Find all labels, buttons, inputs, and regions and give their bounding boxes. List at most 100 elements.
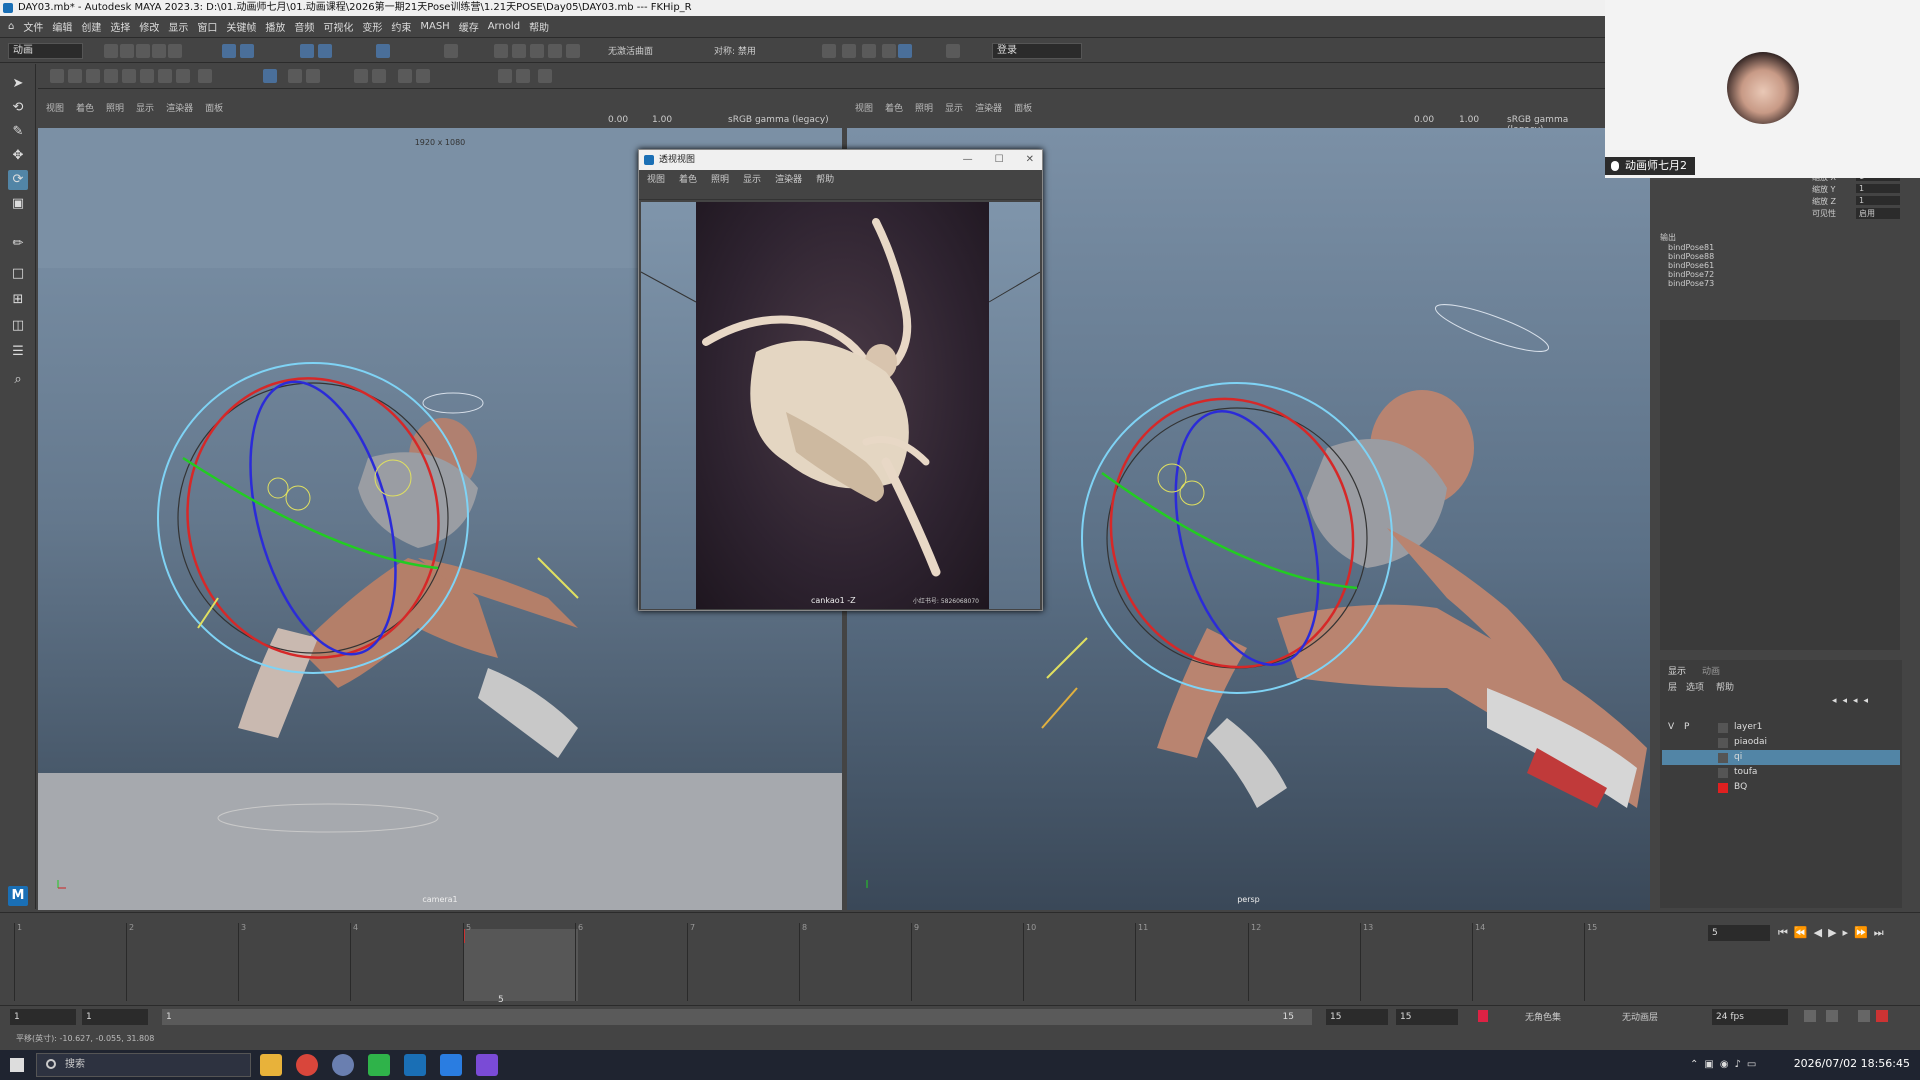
scale-tool-icon[interactable]: ▣ xyxy=(8,194,28,214)
menu-mash[interactable]: MASH xyxy=(420,21,449,32)
vp-right-menu-show[interactable]: 显示 xyxy=(945,101,963,114)
anim-layer-dropdown[interactable]: 无动画层 xyxy=(1622,1010,1658,1023)
layer-color-swatch[interactable] xyxy=(1718,768,1728,778)
play-icon[interactable]: ▶ xyxy=(1828,926,1842,939)
color-swatch-icon[interactable] xyxy=(263,69,277,83)
layer-color-swatch[interactable] xyxy=(1718,753,1728,763)
play-back-icon[interactable] xyxy=(498,69,512,83)
vp-right-menu-view[interactable]: 视图 xyxy=(855,101,873,114)
menu-deform[interactable]: 变形 xyxy=(362,19,382,34)
menu-file[interactable]: 文件 xyxy=(23,19,43,34)
menu-arnold[interactable]: Arnold xyxy=(488,21,520,32)
playback-start-field[interactable]: 1 xyxy=(82,1009,148,1025)
select-by-curve-icon[interactable] xyxy=(376,44,390,58)
loop-icon[interactable] xyxy=(1804,1010,1816,1022)
menu-create[interactable]: 创建 xyxy=(81,19,101,34)
layer-row[interactable]: BQ xyxy=(1662,780,1900,795)
layer-visibility-toggle[interactable]: V xyxy=(1668,720,1674,735)
current-frame-field[interactable]: 5 xyxy=(1708,925,1770,941)
step-back-key-icon[interactable]: ⏪ xyxy=(1794,926,1814,939)
fw-menu-view[interactable]: 视图 xyxy=(647,172,665,185)
lock-selection-icon[interactable] xyxy=(444,44,458,58)
playback-settings-icon[interactable] xyxy=(1826,1010,1838,1022)
snap-point-icon[interactable] xyxy=(530,44,544,58)
layer-menu-layers[interactable]: 层 xyxy=(1668,680,1677,693)
rotate-tool-icon[interactable]: ⟳ xyxy=(8,170,28,190)
select-by-joint-icon[interactable] xyxy=(318,44,332,58)
vp-left-menu-shading[interactable]: 着色 xyxy=(76,101,94,114)
output-item[interactable]: bindPose61 xyxy=(1660,261,1900,270)
select-tool-icon[interactable]: ➤ xyxy=(8,74,28,94)
mode-dropdown[interactable]: 动画 xyxy=(8,43,83,59)
vp-right-gamma[interactable]: 1.00 xyxy=(1459,115,1479,125)
select-by-handle-icon[interactable] xyxy=(300,44,314,58)
arnold-render-icon[interactable] xyxy=(898,44,912,58)
brush-icon[interactable] xyxy=(68,69,82,83)
ipr-render-icon[interactable] xyxy=(842,44,856,58)
taskbar-clock[interactable]: 2026/07/02 18:56:45 xyxy=(1794,1057,1910,1070)
character-set-dropdown[interactable]: 无角色集 xyxy=(1525,1010,1561,1023)
tab-display[interactable]: 显示 xyxy=(1668,664,1686,677)
symmetry-label[interactable]: 对称: 禁用 xyxy=(714,44,756,57)
vp-right-menu-lighting[interactable]: 照明 xyxy=(915,101,933,114)
no-live-surface-label[interactable]: 无激活曲面 xyxy=(608,44,653,57)
attr-value[interactable]: 1 xyxy=(1856,196,1900,205)
menu-display[interactable]: 显示 xyxy=(168,19,188,34)
vp-left-menu-view[interactable]: 视图 xyxy=(46,101,64,114)
vp-left-exposure[interactable]: 0.00 xyxy=(608,115,628,125)
layer-menu-options[interactable]: 选项 xyxy=(1686,680,1704,693)
attr-value[interactable]: 1 xyxy=(1856,184,1900,193)
output-item[interactable]: bindPose73 xyxy=(1660,279,1900,288)
ghost-icon[interactable] xyxy=(306,69,320,83)
keyframe-prev-icon[interactable] xyxy=(354,69,368,83)
menu-visualize[interactable]: 可视化 xyxy=(323,19,353,34)
layer-playback-toggle[interactable]: P xyxy=(1684,720,1689,735)
render-settings-icon[interactable] xyxy=(862,44,876,58)
vp-left-colorspace[interactable]: sRGB gamma (legacy) xyxy=(728,115,829,125)
new-scene-icon[interactable] xyxy=(104,44,118,58)
sound-icon[interactable] xyxy=(1858,1010,1870,1022)
app-icon[interactable] xyxy=(332,1054,354,1076)
layer-row[interactable]: piaodai xyxy=(1662,735,1900,750)
fw-menu-renderer[interactable]: 渲染器 xyxy=(775,172,802,185)
layer-row[interactable]: V Player1 xyxy=(1662,720,1900,735)
menu-select[interactable]: 选择 xyxy=(110,19,130,34)
vp-right-exposure[interactable]: 0.00 xyxy=(1414,115,1434,125)
layer-color-swatch[interactable] xyxy=(1718,738,1728,748)
range-slider-bar[interactable]: 1 15 xyxy=(162,1009,1312,1025)
single-view-icon[interactable]: □ xyxy=(8,264,28,284)
vp-right-menu-panels[interactable]: 面板 xyxy=(1014,101,1032,114)
go-to-start-icon[interactable]: ⏮ xyxy=(1778,926,1794,939)
fw-menu-lighting[interactable]: 照明 xyxy=(711,172,729,185)
scene-end-field[interactable]: 15 xyxy=(1396,1009,1458,1025)
cache-icon[interactable] xyxy=(1876,1010,1888,1022)
menu-constrain[interactable]: 约束 xyxy=(391,19,411,34)
save-scene-icon[interactable] xyxy=(136,44,150,58)
taskbar-search[interactable]: 搜索 xyxy=(36,1053,251,1077)
move-tool-icon[interactable]: ✥ xyxy=(8,146,28,166)
step-forward-key-icon[interactable]: ⏩ xyxy=(1854,926,1874,939)
onion-skin-icon[interactable] xyxy=(288,69,302,83)
file-explorer-icon[interactable] xyxy=(260,1054,282,1076)
attr-value[interactable]: 启用 xyxy=(1856,208,1900,219)
redo-icon[interactable] xyxy=(168,44,182,58)
pencil-icon[interactable] xyxy=(50,69,64,83)
auto-key-icon[interactable] xyxy=(1478,1010,1488,1022)
remove-frame-icon[interactable] xyxy=(416,69,430,83)
menu-help[interactable]: 帮助 xyxy=(529,19,549,34)
go-to-end-icon[interactable]: ⏭ xyxy=(1874,926,1890,939)
vp-left-menu-panels[interactable]: 面板 xyxy=(205,101,223,114)
snap-plane-icon[interactable] xyxy=(548,44,562,58)
eraser-icon[interactable] xyxy=(86,69,100,83)
outliner-view-icon[interactable]: ☰ xyxy=(8,342,28,362)
home-icon[interactable]: ⌂ xyxy=(8,21,14,32)
two-view-icon[interactable]: ◫ xyxy=(8,316,28,336)
step-forward-frame-icon[interactable]: ▸ xyxy=(1843,926,1855,939)
vp-left-menu-show[interactable]: 显示 xyxy=(136,101,154,114)
menu-audio[interactable]: 音频 xyxy=(294,19,314,34)
menu-modify[interactable]: 修改 xyxy=(139,19,159,34)
four-view-icon[interactable]: ⊞ xyxy=(8,290,28,310)
video-app-icon[interactable] xyxy=(440,1054,462,1076)
fw-menu-help[interactable]: 帮助 xyxy=(816,172,834,185)
layer-color-swatch[interactable] xyxy=(1718,783,1728,793)
